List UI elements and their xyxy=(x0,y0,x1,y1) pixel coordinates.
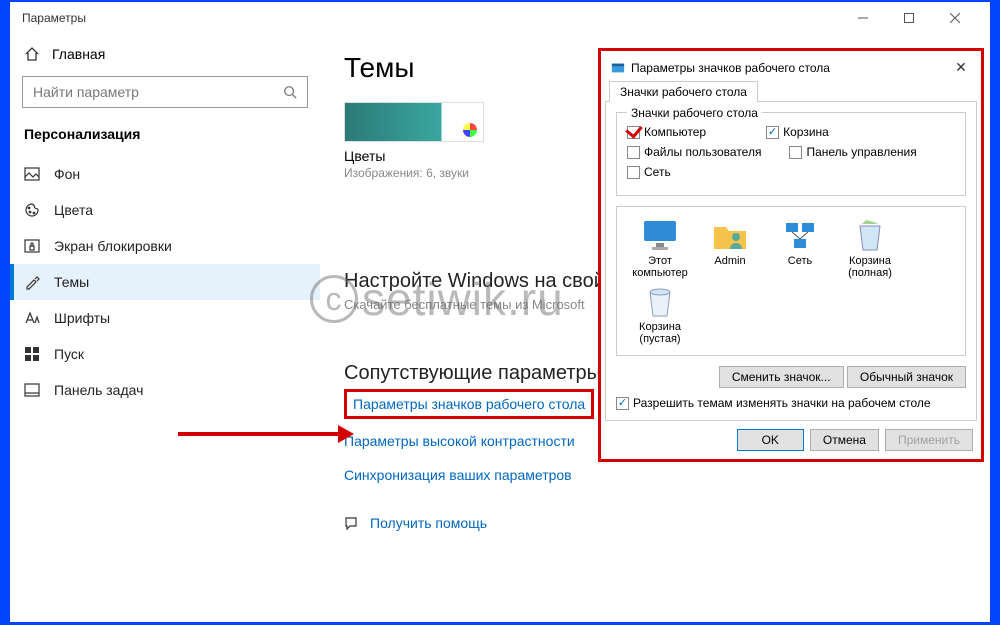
start-icon xyxy=(24,346,40,362)
checkbox-icon xyxy=(616,397,629,410)
sidebar: Главная Найти параметр Персонализация Фо… xyxy=(10,34,320,622)
bin-empty-icon xyxy=(644,284,676,318)
checkbox-icon xyxy=(789,146,802,159)
home-nav[interactable]: Главная xyxy=(10,40,320,76)
sidebar-item-fonts[interactable]: Шрифты xyxy=(10,300,320,336)
picture-icon xyxy=(24,166,40,182)
monitor-icon xyxy=(642,219,678,251)
change-icon-button[interactable]: Сменить значок... xyxy=(719,366,844,388)
help-icon xyxy=(344,515,360,531)
search-icon xyxy=(283,85,297,99)
theme-thumbnail[interactable] xyxy=(344,102,484,142)
home-label: Главная xyxy=(52,46,105,62)
apply-button[interactable]: Применить xyxy=(885,429,973,451)
cancel-button[interactable]: Отмена xyxy=(810,429,879,451)
sidebar-item-colors[interactable]: Цвета xyxy=(10,192,320,228)
checkbox-icon xyxy=(627,126,640,139)
taskbar-icon xyxy=(24,382,40,398)
window-title: Параметры xyxy=(22,11,86,25)
sidebar-item-label: Панель задач xyxy=(54,382,143,398)
sidebar-item-label: Фон xyxy=(54,166,80,182)
section-title: Персонализация xyxy=(10,126,320,156)
sidebar-item-taskbar[interactable]: Панель задач xyxy=(10,372,320,408)
palette-icon xyxy=(24,202,40,218)
folder-user-icon xyxy=(712,219,748,251)
minimize-button[interactable] xyxy=(840,2,886,34)
dialog-close-button[interactable]: ✕ xyxy=(951,59,971,76)
themes-icon xyxy=(24,274,40,290)
checkbox-computer[interactable]: Компьютер xyxy=(627,125,706,139)
icon-item-network[interactable]: Сеть xyxy=(767,217,833,279)
icon-item-recyclebin-empty[interactable]: Корзина (пустая) xyxy=(627,283,693,345)
lockscreen-icon xyxy=(24,238,40,254)
icon-item-computer[interactable]: Этот компьютер xyxy=(627,217,693,279)
sidebar-item-label: Экран блокировки xyxy=(54,238,172,254)
sidebar-item-label: Шрифты xyxy=(54,310,110,326)
dialog-titlebar: Параметры значков рабочего стола ✕ xyxy=(605,55,977,80)
icon-item-admin[interactable]: Admin xyxy=(697,217,763,279)
checkbox-controlpanel[interactable]: Панель управления xyxy=(789,145,916,159)
link-sync-settings[interactable]: Синхронизация ваших параметров xyxy=(344,463,966,487)
link-desktop-icons[interactable]: Параметры значков рабочего стола xyxy=(344,389,594,419)
sidebar-item-label: Цвета xyxy=(54,202,93,218)
checkbox-allow-themes[interactable]: Разрешить темам изменять значки на рабоч… xyxy=(616,396,966,410)
dialog-tab[interactable]: Значки рабочего стола xyxy=(609,81,758,102)
checkbox-icon xyxy=(627,166,640,179)
ok-button[interactable]: OK xyxy=(737,429,804,451)
checkbox-network[interactable]: Сеть xyxy=(627,165,671,179)
sidebar-item-lockscreen[interactable]: Экран блокировки xyxy=(10,228,320,264)
icons-group: Значки рабочего стола Компьютер Корзина … xyxy=(616,112,966,196)
checkbox-recyclebin[interactable]: Корзина xyxy=(766,125,829,139)
settings-window: Параметры Главная Найти параметр Персона… xyxy=(10,2,990,622)
sidebar-item-start[interactable]: Пуск xyxy=(10,336,320,372)
fonts-icon xyxy=(24,310,40,326)
default-icon-button[interactable]: Обычный значок xyxy=(847,366,966,388)
search-placeholder: Найти параметр xyxy=(33,84,283,100)
search-input[interactable]: Найти параметр xyxy=(22,76,308,108)
maximize-button[interactable] xyxy=(886,2,932,34)
get-help-link[interactable]: Получить помощь xyxy=(344,515,966,531)
checkbox-userfiles[interactable]: Файлы пользователя xyxy=(627,145,761,159)
sidebar-item-background[interactable]: Фон xyxy=(10,156,320,192)
home-icon xyxy=(24,46,40,62)
sidebar-item-label: Пуск xyxy=(54,346,84,362)
close-button[interactable] xyxy=(932,2,978,34)
dialog-title: Параметры значков рабочего стола xyxy=(631,61,830,75)
bin-full-icon xyxy=(854,218,886,252)
sidebar-item-themes[interactable]: Темы xyxy=(10,264,320,300)
dialog-icon xyxy=(611,61,625,75)
icon-item-recyclebin-full[interactable]: Корзина (полная) xyxy=(837,217,903,279)
group-legend: Значки рабочего стола xyxy=(627,106,762,120)
network-icon xyxy=(782,219,818,251)
desktop-icons-dialog: Параметры значков рабочего стола ✕ Значк… xyxy=(598,48,984,462)
sidebar-item-label: Темы xyxy=(54,274,89,290)
checkbox-icon xyxy=(766,126,779,139)
checkbox-icon xyxy=(627,146,640,159)
titlebar: Параметры xyxy=(10,2,990,34)
icon-preview-list[interactable]: Этот компьютер Admin Сеть Корзина (полна… xyxy=(616,206,966,356)
